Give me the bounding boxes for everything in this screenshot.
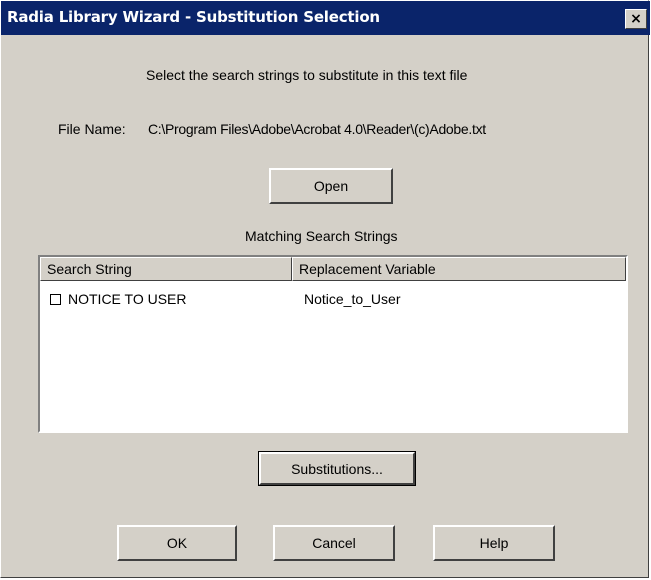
file-name-label: File Name: [58,121,126,137]
replacement-variable-cell: Notice_to_User [304,291,401,307]
help-button[interactable]: Help [433,525,555,561]
dialog-window: Radia Library Wizard - Substitution Sele… [0,0,650,578]
title-bar[interactable]: Radia Library Wizard - Substitution Sele… [1,1,650,35]
close-button[interactable]: × [625,9,647,29]
list-item[interactable]: NOTICE TO USER Notice_to_User [40,289,626,309]
ok-button[interactable]: OK [117,525,237,561]
search-strings-list[interactable]: Search String Replacement Variable NOTIC… [38,255,628,433]
row-checkbox[interactable] [50,294,61,305]
window-title: Radia Library Wizard - Substitution Sele… [7,8,380,26]
column-header-replacement-variable[interactable]: Replacement Variable [292,257,626,281]
substitutions-button[interactable]: Substitutions... [258,451,416,486]
column-header-search-string[interactable]: Search String [40,257,292,281]
search-string-cell: NOTICE TO USER [68,291,187,307]
list-header: Search String Replacement Variable [40,257,626,281]
file-path-text: C:\Program Files\Adobe\Acrobat 4.0\Reade… [148,121,486,137]
instructions-text: Select the search strings to substitute … [146,67,468,83]
cancel-button[interactable]: Cancel [273,525,395,561]
matching-strings-label: Matching Search Strings [245,228,398,244]
close-icon: × [630,11,642,27]
open-button[interactable]: Open [269,168,393,204]
